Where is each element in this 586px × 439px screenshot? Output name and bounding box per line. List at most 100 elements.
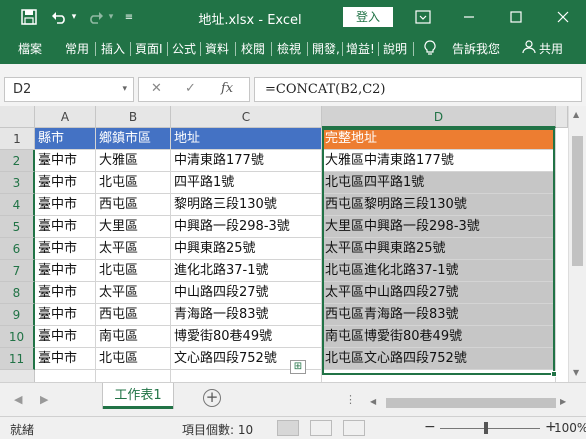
cell-b[interactable]: 北屯區	[96, 260, 171, 282]
row-header[interactable]: 10	[0, 326, 35, 348]
column-header-b[interactable]: B	[96, 106, 171, 128]
tab-view[interactable]: 檢視	[277, 40, 301, 58]
vertical-scrollbar[interactable]: ▲ ▼	[568, 106, 586, 382]
cell-b[interactable]: 西屯區	[96, 304, 171, 326]
share-icon[interactable]	[522, 40, 536, 58]
cell-d[interactable]: 北屯區四平路1號	[322, 172, 556, 194]
cell-b[interactable]: 太平區	[96, 238, 171, 260]
cell-c[interactable]: 中山路四段27號	[171, 282, 322, 304]
close-icon[interactable]	[552, 8, 574, 26]
share-button[interactable]: 共用	[539, 40, 563, 58]
cell-c[interactable]: 中興路一段298-3號	[171, 216, 322, 238]
row-header[interactable]	[0, 370, 35, 382]
cell-d[interactable]: 太平區中山路四段27號	[322, 282, 556, 304]
tab-addins[interactable]: 增益!	[346, 40, 375, 58]
cell-d[interactable]: 西屯區黎明路三段130號	[322, 194, 556, 216]
plus-circle-icon[interactable]: +	[203, 389, 221, 407]
column-header-d[interactable]: D	[322, 106, 556, 128]
formula-input[interactable]: =CONCAT(B2,C2)	[254, 77, 582, 102]
cell-b[interactable]: 大雅區	[96, 150, 171, 172]
cell-d[interactable]: 西屯區青海路一段83號	[322, 304, 556, 326]
cell-d1[interactable]: 完整地址	[322, 128, 556, 150]
cell-b[interactable]: 北屯區	[96, 172, 171, 194]
column-header-c[interactable]: C	[171, 106, 322, 128]
row-header[interactable]: 7	[0, 260, 35, 282]
fill-handle[interactable]	[551, 371, 557, 377]
scroll-down-icon[interactable]: ▼	[573, 368, 579, 377]
cell-c[interactable]: 四平路1號	[171, 172, 322, 194]
row-header[interactable]: 8	[0, 282, 35, 304]
cell-b[interactable]: 南屯區	[96, 326, 171, 348]
tab-split-handle-icon[interactable]: ⋮	[345, 393, 356, 406]
row-header[interactable]: 6	[0, 238, 35, 260]
tab-home[interactable]: 常用	[65, 40, 89, 58]
cell-a1[interactable]: 縣市	[35, 128, 96, 150]
login-button[interactable]: 登入	[343, 7, 393, 27]
cell-a[interactable]: 臺中市	[35, 282, 96, 304]
tab-review[interactable]: 校閱	[241, 40, 265, 58]
cell-a[interactable]: 臺中市	[35, 172, 96, 194]
tab-data[interactable]: 資料	[205, 40, 229, 58]
sheet-tab-1[interactable]: 工作表1	[103, 383, 173, 409]
cancel-icon[interactable]: ✕	[151, 81, 162, 96]
redo-dropdown-icon[interactable]: ▾	[106, 8, 116, 26]
tab-formulas[interactable]: 公式	[172, 40, 196, 58]
cell-d[interactable]: 北屯區文心路四段752號	[322, 348, 556, 370]
horizontal-scrollbar[interactable]: ◀ ▶	[366, 395, 568, 411]
scroll-up-icon[interactable]: ▲	[573, 110, 579, 119]
scroll-left-icon[interactable]: ◀	[370, 397, 376, 406]
minimize-icon[interactable]	[458, 8, 480, 26]
tab-page-layout[interactable]: 頁面I	[135, 40, 163, 58]
cell-empty[interactable]	[35, 370, 96, 382]
zoom-out-button[interactable]: −	[424, 419, 436, 435]
ribbon-display-icon[interactable]	[412, 8, 434, 26]
chevron-down-icon[interactable]: ▾	[122, 78, 127, 101]
zoom-slider-thumb[interactable]	[484, 422, 488, 434]
insert-function-icon[interactable]: fx	[221, 81, 233, 96]
cell-b[interactable]: 大里區	[96, 216, 171, 238]
prev-sheet-icon[interactable]: ◀	[14, 393, 22, 406]
lightbulb-icon[interactable]	[424, 40, 436, 58]
tell-me-box[interactable]: 告訴我您	[452, 40, 500, 58]
next-sheet-icon[interactable]: ▶	[40, 393, 48, 406]
cell-c[interactable]: 黎明路三段130號	[171, 194, 322, 216]
cell-b[interactable]: 西屯區	[96, 194, 171, 216]
quick-analysis-icon[interactable]: ⊞	[290, 360, 306, 374]
cell-d[interactable]: 南屯區博愛街80巷49號	[322, 326, 556, 348]
cell-a[interactable]: 臺中市	[35, 326, 96, 348]
cell-a[interactable]: 臺中市	[35, 304, 96, 326]
cell-a[interactable]: 臺中市	[35, 216, 96, 238]
cell-d[interactable]: 太平區中興東路25號	[322, 238, 556, 260]
row-header[interactable]: 9	[0, 304, 35, 326]
cell-b[interactable]: 北屯區	[96, 348, 171, 370]
name-box[interactable]: D2 ▾	[4, 77, 134, 102]
cell-a[interactable]: 臺中市	[35, 194, 96, 216]
maximize-icon[interactable]	[505, 8, 527, 26]
cell-c[interactable]: 中清東路177號	[171, 150, 322, 172]
row-header[interactable]: 4	[0, 194, 35, 216]
row-header[interactable]: 3	[0, 172, 35, 194]
cell-d[interactable]: 大里區中興路一段298-3號	[322, 216, 556, 238]
zoom-level[interactable]: 100%	[554, 421, 586, 435]
cell-b[interactable]: 太平區	[96, 282, 171, 304]
vertical-scroll-thumb[interactable]	[572, 136, 583, 266]
cell-a[interactable]: 臺中市	[35, 348, 96, 370]
horizontal-scroll-thumb[interactable]	[386, 398, 556, 408]
save-icon[interactable]	[20, 8, 38, 26]
tab-developer[interactable]: 開發,	[312, 40, 340, 58]
cell-c[interactable]: 博愛街80巷49號	[171, 326, 322, 348]
column-header-a[interactable]: A	[35, 106, 96, 128]
page-layout-view-icon[interactable]	[310, 420, 332, 436]
tab-file[interactable]: 檔案	[18, 40, 42, 58]
undo-dropdown-icon[interactable]: ▾	[69, 8, 79, 26]
row-header[interactable]: 1	[0, 128, 35, 150]
enter-icon[interactable]: ✓	[185, 81, 196, 96]
row-header[interactable]: 2	[0, 150, 35, 172]
cell-empty[interactable]	[322, 370, 556, 382]
customize-qat-icon[interactable]: ≡	[122, 8, 136, 26]
cell-empty[interactable]	[96, 370, 171, 382]
redo-icon[interactable]	[87, 8, 105, 26]
cell-c[interactable]: 中興東路25號	[171, 238, 322, 260]
worksheet-grid[interactable]: A B C D 1 2 3 4 5 6 7 8 9 10 11 縣市 鄉鎮市區 …	[0, 106, 586, 382]
cell-b1[interactable]: 鄉鎮市區	[96, 128, 171, 150]
